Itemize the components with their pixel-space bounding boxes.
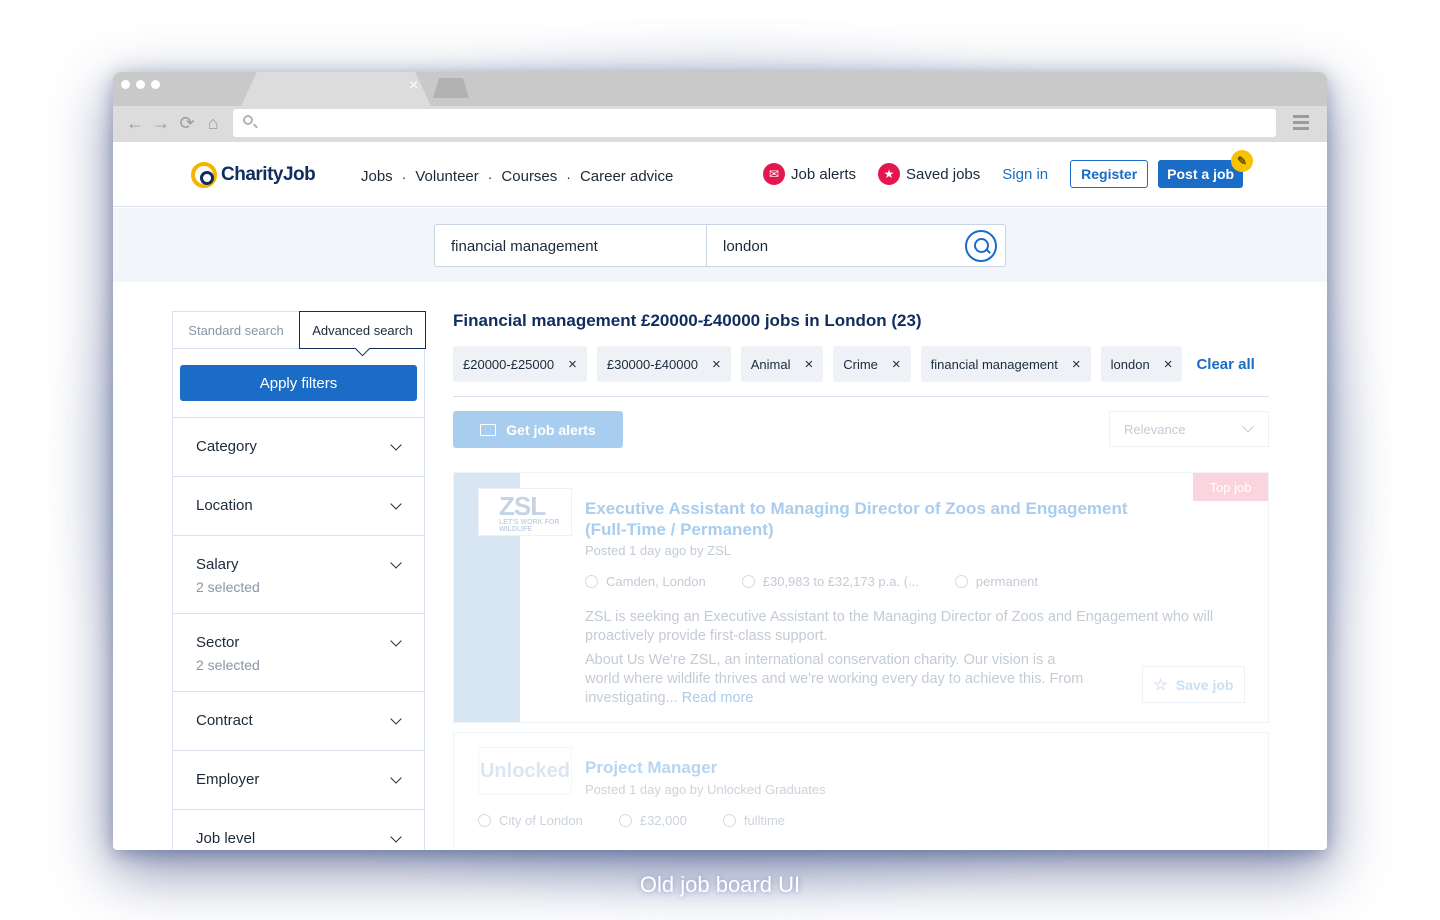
location-pin-icon <box>585 575 598 588</box>
star-icon: ★ <box>878 163 901 185</box>
search-form: financial management london <box>434 224 1006 267</box>
get-job-alerts-button[interactable]: Get job alerts <box>453 411 623 448</box>
filter-location[interactable]: Location <box>173 477 424 536</box>
sign-in-link[interactable]: Sign in <box>1002 166 1048 183</box>
job-about: About Us We're ZSL, an international con… <box>585 652 1084 706</box>
new-tab-button[interactable] <box>433 78 469 98</box>
clock-icon <box>954 575 968 588</box>
job-card[interactable]: ZSL LET'S WORK FOR WILDLIFE Top job Exec… <box>453 472 1269 723</box>
close-icon[interactable]: × <box>892 356 901 373</box>
register-button[interactable]: Register <box>1070 160 1149 188</box>
nav-career-advice[interactable]: Career advice <box>580 168 673 185</box>
active-filter-chips: £20000-£25000 × £30000-£40000 × Animal × Cr… <box>453 346 1269 382</box>
window-controls[interactable] <box>121 80 160 89</box>
filter-salary[interactable]: Salary 2 selected <box>173 536 424 614</box>
filter-chip[interactable]: Animal × <box>740 346 824 382</box>
filter-chip[interactable]: london × <box>1100 346 1183 382</box>
save-job-button[interactable]: ☆ Save job <box>1142 666 1245 703</box>
salary-icon <box>618 814 632 827</box>
filter-employer[interactable]: Employer <box>173 751 424 810</box>
employer-logo: Unlocked <box>478 747 572 795</box>
filter-chip[interactable]: financial management × <box>920 346 1091 382</box>
site-header: CharityJob Jobs · Volunteer · Courses · … <box>113 142 1327 207</box>
home-icon[interactable]: ⌂ <box>203 114 223 132</box>
location-input[interactable]: london <box>723 238 768 255</box>
bell-icon: ✉ <box>763 163 785 185</box>
browser-tab[interactable] <box>241 72 431 106</box>
tab-standard-search[interactable]: Standard search <box>173 312 299 349</box>
saved-jobs-link[interactable]: ★ Saved jobs <box>878 163 980 185</box>
close-icon[interactable]: × <box>568 356 577 373</box>
forward-icon[interactable]: → <box>151 114 171 132</box>
job-card[interactable]: Unlocked Project Manager Posted 1 day ag… <box>453 732 1269 850</box>
job-title-link[interactable]: Project Manager <box>585 758 717 778</box>
address-bar[interactable] <box>233 109 1276 137</box>
logo-icon <box>191 162 217 188</box>
star-outline-icon: ☆ <box>1153 676 1168 694</box>
employer-logo: ZSL LET'S WORK FOR WILDLIFE <box>478 488 572 536</box>
post-job-button[interactable]: Post a job ✎ <box>1158 150 1254 188</box>
charityjob-logo[interactable]: CharityJob <box>191 162 316 188</box>
filter-category[interactable]: Category <box>173 418 424 477</box>
close-icon[interactable]: × <box>1164 356 1173 373</box>
results-title: Financial management £20000-£40000 jobs … <box>453 311 922 330</box>
tab-close-icon[interactable]: × <box>409 78 418 94</box>
close-icon[interactable]: × <box>1072 356 1081 373</box>
job-posted: Posted 1 day ago by ZSL <box>585 543 731 558</box>
image-caption: Old job board UI <box>639 872 801 897</box>
job-meta: City of London £32,000 fulltime <box>478 813 785 828</box>
filter-chip[interactable]: £30000-£40000 × <box>596 346 731 382</box>
menu-icon[interactable] <box>1293 115 1309 133</box>
pencil-icon: ✎ <box>1231 150 1254 172</box>
filter-job-level[interactable]: Job level <box>173 810 424 850</box>
reload-icon[interactable]: ⟳ <box>177 114 197 132</box>
location-pin-icon <box>478 814 491 827</box>
read-more-link[interactable]: Read more <box>682 690 754 706</box>
filters-sidebar: Standard search Advanced search Apply fi… <box>172 311 426 850</box>
keywords-input[interactable]: financial management <box>451 238 598 255</box>
browser-toolbar: ← → ⟳ ⌂ <box>113 106 1327 142</box>
back-icon[interactable]: ← <box>125 114 145 132</box>
job-meta: Camden, London £30,983 to £32,173 p.a. (… <box>585 574 1038 589</box>
job-posted: Posted 1 day ago by Unlocked Graduates <box>585 782 826 797</box>
filter-sector[interactable]: Sector 2 selected <box>173 614 424 692</box>
close-icon[interactable]: × <box>804 356 813 373</box>
filter-chip[interactable]: Crime × <box>833 346 911 382</box>
salary-icon <box>741 575 755 588</box>
close-icon[interactable]: × <box>712 356 721 373</box>
top-job-badge: Top job <box>1193 473 1268 501</box>
filter-contract[interactable]: Contract <box>173 692 424 751</box>
browser-tabbar: × <box>113 72 1327 106</box>
filter-chip[interactable]: £20000-£25000 × <box>453 346 587 382</box>
clock-icon <box>722 814 736 827</box>
job-alerts-link[interactable]: ✉ Job alerts <box>763 163 856 185</box>
results-panel: Financial management £20000-£40000 jobs … <box>453 311 1269 850</box>
browser-window: × ← → ⟳ ⌂ CharityJob Jobs · Volunteer · … <box>113 72 1327 850</box>
envelope-icon <box>480 423 497 436</box>
nav-courses[interactable]: Courses <box>501 168 557 185</box>
search-icon <box>243 115 253 125</box>
job-description: ZSL is seeking an Executive Assistant to… <box>585 609 1214 644</box>
search-band: financial management london <box>113 208 1327 282</box>
nav-volunteer[interactable]: Volunteer <box>415 168 478 185</box>
chevron-down-icon <box>1242 421 1254 433</box>
tab-advanced-search[interactable]: Advanced search <box>299 311 426 349</box>
job-title-link[interactable]: Executive Assistant to Managing Director… <box>585 498 1165 540</box>
main-nav: Jobs · Volunteer · Courses · Career advi… <box>361 168 674 185</box>
search-button[interactable] <box>965 230 997 262</box>
sort-select[interactable]: Relevance <box>1109 411 1269 447</box>
clear-all-link[interactable]: Clear all <box>1196 356 1254 373</box>
apply-filters-button[interactable]: Apply filters <box>180 365 417 401</box>
nav-jobs[interactable]: Jobs <box>361 168 393 185</box>
